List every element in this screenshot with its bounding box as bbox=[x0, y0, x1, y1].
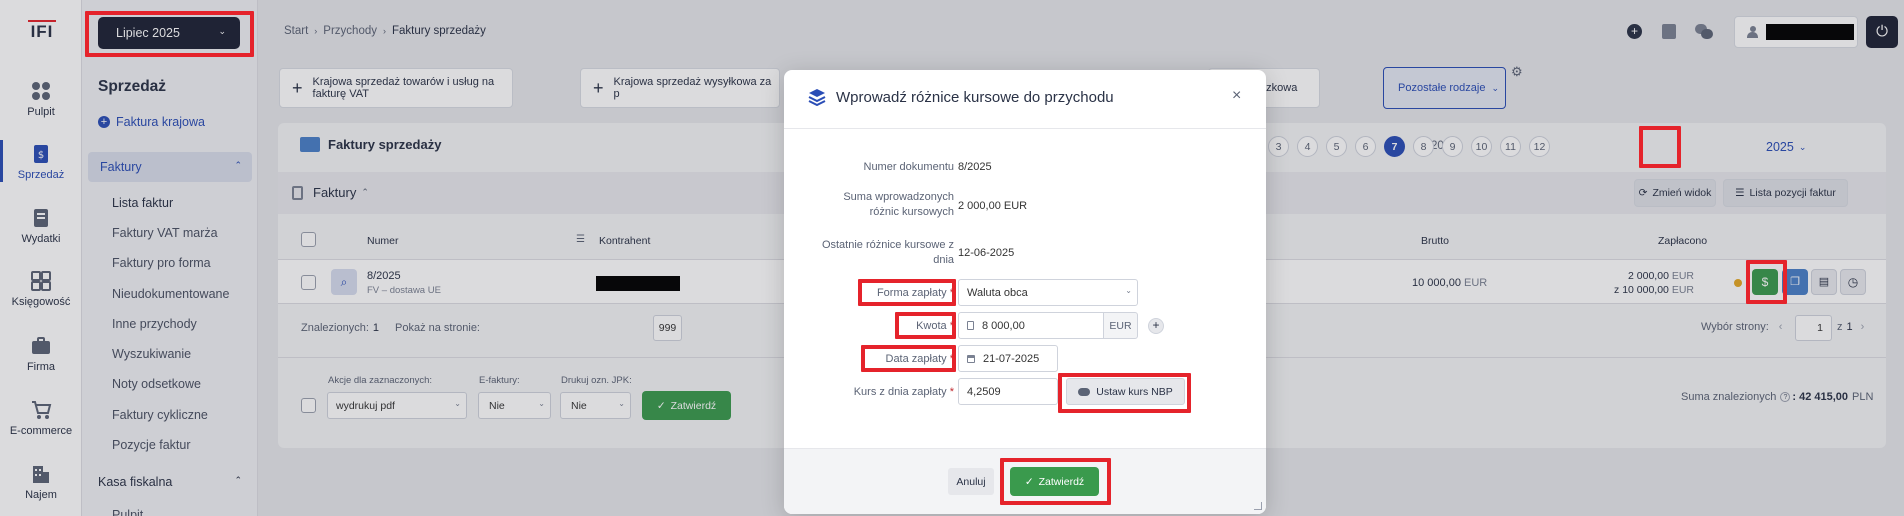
amount-value: 8 000,00 bbox=[982, 319, 1025, 332]
required-mark: * bbox=[949, 386, 954, 398]
layers-icon bbox=[808, 89, 826, 106]
payment-form-label: Forma zapłaty * bbox=[877, 286, 954, 301]
check-icon: ✓ bbox=[1024, 475, 1034, 488]
sum-diff-label-line: Suma wprowadzonych bbox=[843, 191, 954, 203]
rate-value: 4,2509 bbox=[967, 385, 1001, 398]
payment-form-value: Waluta obca bbox=[967, 286, 1028, 299]
sum-diff-label: Suma wprowadzonych różnic kursowych bbox=[843, 190, 954, 220]
payment-date-label: Data zapłaty * bbox=[886, 352, 955, 367]
sum-diff-label-line: różnic kursowych bbox=[869, 206, 954, 218]
calendar-icon bbox=[967, 354, 975, 363]
rate-label: Kurs z dnia zapłaty * bbox=[854, 385, 954, 400]
amount-currency: EUR bbox=[1103, 312, 1138, 339]
resize-handle-icon[interactable] bbox=[1254, 502, 1262, 510]
cancel-button[interactable]: Anuluj bbox=[948, 468, 994, 495]
cloud-download-icon bbox=[1078, 387, 1091, 396]
amount-input[interactable]: 8 000,00 bbox=[958, 312, 1104, 339]
sum-diff-value: 2 000,00 EUR bbox=[958, 200, 1028, 212]
label-text: Data zapłaty bbox=[885, 353, 947, 365]
required-mark: * bbox=[949, 353, 954, 365]
label-text: Forma zapłaty bbox=[876, 287, 947, 299]
nbp-label: Ustaw kurs NBP bbox=[1096, 385, 1173, 398]
payment-date-input[interactable]: 21-07-2025 bbox=[958, 345, 1058, 372]
calculator-icon bbox=[967, 321, 974, 330]
confirm-button[interactable]: ✓ Zatwierdź bbox=[1010, 467, 1099, 496]
close-icon[interactable]: × bbox=[1232, 87, 1241, 105]
rate-input[interactable]: 4,2509 bbox=[958, 378, 1058, 405]
confirm-label: Zatwierdź bbox=[1038, 475, 1085, 488]
payment-form-select[interactable]: Waluta obca ⌄ bbox=[958, 279, 1138, 306]
amount-label: Kwota * bbox=[916, 319, 954, 334]
modal-header: Wprowadź różnice kursowe do przychodu bbox=[808, 88, 1114, 106]
doc-number-value: 8/2025 bbox=[958, 161, 992, 173]
exchange-diff-modal: Wprowadź różnice kursowe do przychodu × … bbox=[784, 70, 1266, 514]
payment-date-value: 21-07-2025 bbox=[983, 352, 1040, 365]
last-diff-label: Ostatnie różnice kursowe z dnia bbox=[822, 238, 954, 268]
label-text: Kurs z dnia zapłaty bbox=[853, 386, 947, 398]
set-nbp-rate-button[interactable]: Ustaw kurs NBP bbox=[1066, 378, 1185, 405]
last-diff-label-line: dnia bbox=[933, 254, 954, 266]
label-text: Kwota bbox=[916, 320, 947, 332]
add-amount-icon[interactable]: + bbox=[1148, 318, 1164, 334]
chevron-down-icon: ⌄ bbox=[1125, 286, 1132, 295]
modal-header-divider bbox=[784, 128, 1266, 129]
modal-title: Wprowadź różnice kursowe do przychodu bbox=[836, 88, 1114, 106]
required-mark: * bbox=[949, 320, 954, 332]
last-diff-label-line: Ostatnie różnice kursowe z bbox=[821, 239, 954, 251]
required-mark: * bbox=[949, 287, 954, 299]
last-diff-value: 12-06-2025 bbox=[958, 247, 1015, 259]
doc-number-label: Numer dokumentu bbox=[863, 161, 955, 173]
